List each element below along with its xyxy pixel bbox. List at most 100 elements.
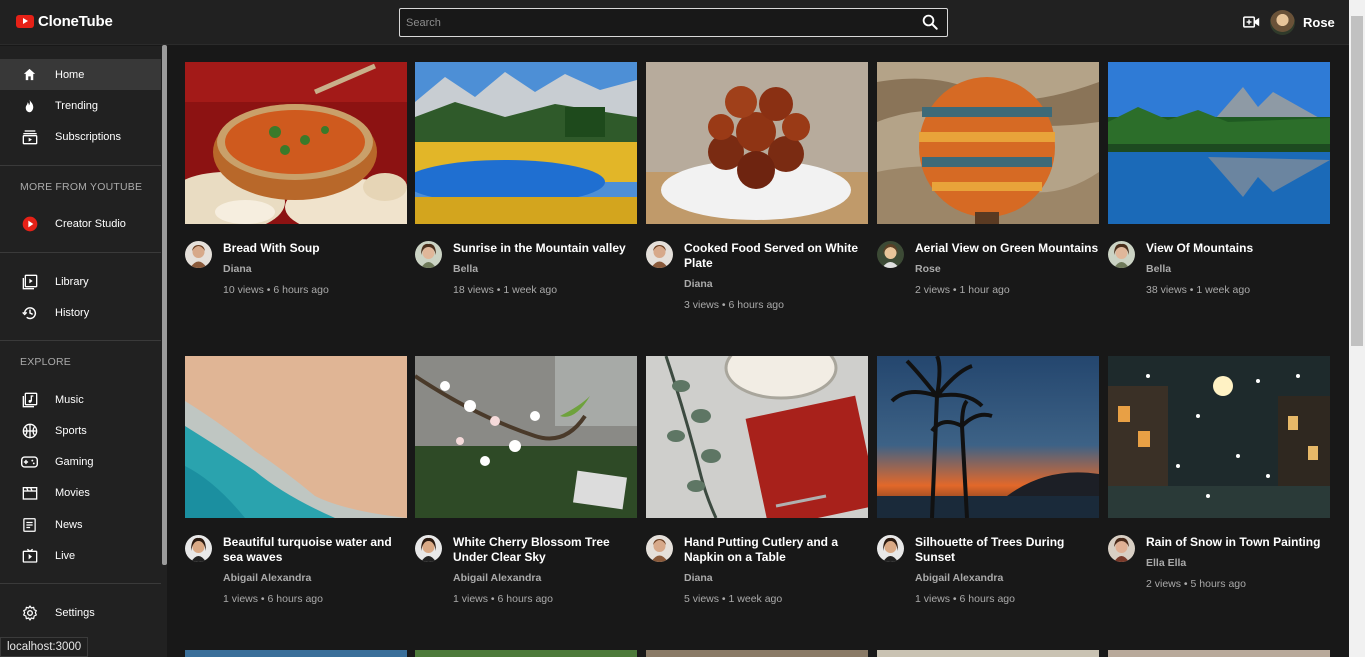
video-thumbnail[interactable]	[185, 62, 407, 224]
video-title[interactable]: View Of Mountains	[1146, 241, 1332, 256]
channel-avatar[interactable]	[415, 241, 442, 268]
channel-name[interactable]: Abigail Alexandra	[223, 572, 311, 584]
search-icon	[922, 14, 938, 30]
video-title[interactable]: Rain of Snow in Town Painting	[1146, 535, 1332, 550]
video-title[interactable]: Hand Putting Cutlery and a Napkin on a T…	[684, 535, 870, 565]
sidebar-item-gaming[interactable]: Gaming	[0, 446, 161, 477]
video-stats: 1 views • 6 hours ago	[223, 593, 323, 605]
video-thumbnail[interactable]	[1108, 650, 1330, 657]
sidebar-item-news[interactable]: News	[0, 509, 161, 540]
gear-icon	[21, 604, 38, 621]
video-title[interactable]: Cooked Food Served on White Plate	[684, 241, 870, 271]
video-card[interactable]: Sunrise in the Mountain valley Bella 18 …	[415, 62, 637, 334]
video-thumbnail[interactable]	[1108, 356, 1330, 518]
channel-name[interactable]: Bella	[1146, 263, 1171, 275]
logo[interactable]: CloneTube	[16, 13, 113, 30]
library-icon	[21, 273, 38, 290]
channel-avatar[interactable]	[646, 241, 673, 268]
video-title[interactable]: Bread With Soup	[223, 241, 409, 256]
sidebar-divider	[0, 583, 161, 584]
search-button[interactable]	[921, 13, 941, 33]
video-title[interactable]: White Cherry Blossom Tree Under Clear Sk…	[453, 535, 639, 565]
upload-video-icon[interactable]	[1243, 15, 1260, 29]
gaming-icon	[21, 453, 38, 470]
channel-avatar[interactable]	[1108, 535, 1135, 562]
video-thumbnail[interactable]	[646, 650, 868, 657]
channel-name[interactable]: Bella	[453, 263, 478, 275]
video-card[interactable]: View Of Mountains Bella 38 views • 1 wee…	[1108, 62, 1330, 334]
movies-icon	[21, 484, 38, 501]
video-card[interactable]: Cooked Food Served on White Plate Diana …	[646, 62, 868, 334]
search-box	[399, 8, 948, 37]
channel-avatar[interactable]	[646, 535, 673, 562]
sidebar-item-history[interactable]: History	[0, 297, 161, 328]
channel-name[interactable]: Diana	[223, 263, 252, 275]
sidebar-item-music[interactable]: Music	[0, 384, 161, 415]
channel-name[interactable]: Diana	[684, 572, 713, 584]
sidebar-divider	[0, 165, 161, 166]
fire-icon	[21, 97, 38, 114]
logo-text: CloneTube	[38, 13, 113, 30]
sidebar-divider	[0, 340, 161, 341]
sidebar-item-trending[interactable]: Trending	[0, 90, 161, 121]
video-thumbnail[interactable]	[415, 356, 637, 518]
video-title[interactable]: Beautiful turquoise water and sea waves	[223, 535, 409, 565]
sidebar-item-subscriptions[interactable]: Subscriptions	[0, 121, 161, 152]
search-input[interactable]	[400, 9, 910, 36]
channel-name[interactable]: Abigail Alexandra	[453, 572, 541, 584]
sidebar-item-library[interactable]: Library	[0, 266, 161, 297]
history-icon	[21, 304, 38, 321]
sidebar-item-live[interactable]: Live	[0, 540, 161, 571]
video-card[interactable]: White Cherry Blossom Tree Under Clear Sk…	[415, 356, 637, 628]
sidebar-item-movies[interactable]: Movies	[0, 477, 161, 508]
video-thumbnail[interactable]	[185, 650, 407, 657]
video-card[interactable]: Aerial View on Green Mountains Rose 2 vi…	[877, 62, 1099, 334]
video-stats: 3 views • 6 hours ago	[684, 299, 784, 311]
video-stats: 1 views • 6 hours ago	[915, 593, 1015, 605]
channel-name[interactable]: Ella Ella	[1146, 557, 1186, 569]
user-name[interactable]: Rose	[1303, 15, 1335, 30]
sidebar-item-sports[interactable]: Sports	[0, 415, 161, 446]
video-thumbnail[interactable]	[646, 62, 868, 224]
sidebar-item-creator-studio[interactable]: Creator Studio	[0, 208, 161, 239]
sports-icon	[21, 422, 38, 439]
video-title[interactable]: Silhouette of Trees During Sunset	[915, 535, 1101, 565]
video-thumbnail[interactable]	[877, 650, 1099, 657]
channel-avatar[interactable]	[185, 535, 212, 562]
video-card[interactable]: Beautiful turquoise water and sea waves …	[185, 356, 407, 628]
sidebar-divider	[0, 252, 161, 253]
video-thumbnail[interactable]	[1108, 62, 1330, 224]
channel-avatar[interactable]	[877, 241, 904, 268]
video-stats: 18 views • 1 week ago	[453, 284, 558, 296]
video-title[interactable]: Sunrise in the Mountain valley	[453, 241, 639, 256]
channel-avatar[interactable]	[877, 535, 904, 562]
sidebar-item-settings[interactable]: Settings	[0, 597, 161, 628]
sidebar-item-home[interactable]: Home	[0, 59, 161, 90]
user-avatar[interactable]	[1270, 10, 1295, 35]
video-thumbnail[interactable]	[185, 356, 407, 518]
video-thumbnail[interactable]	[415, 650, 637, 657]
video-title[interactable]: Aerial View on Green Mountains	[915, 241, 1101, 256]
sidebar-scrollbar-thumb[interactable]	[162, 45, 167, 565]
main-scrollbar-thumb[interactable]	[1351, 16, 1363, 346]
subscriptions-icon	[21, 128, 38, 145]
video-card[interactable]: Rain of Snow in Town Painting Ella Ella …	[1108, 356, 1330, 628]
channel-name[interactable]: Abigail Alexandra	[915, 572, 1003, 584]
video-thumbnail[interactable]	[415, 62, 637, 224]
video-thumbnail[interactable]	[877, 62, 1099, 224]
video-thumbnail[interactable]	[877, 356, 1099, 518]
home-icon	[21, 66, 38, 83]
video-card[interactable]: Silhouette of Trees During Sunset Abigai…	[877, 356, 1099, 628]
channel-avatar[interactable]	[185, 241, 212, 268]
channel-name[interactable]: Rose	[915, 263, 941, 275]
channel-avatar[interactable]	[1108, 241, 1135, 268]
video-card[interactable]: Bread With Soup Diana 10 views • 6 hours…	[185, 62, 407, 334]
video-stats: 5 views • 1 week ago	[684, 593, 783, 605]
video-thumbnail[interactable]	[646, 356, 868, 518]
video-stats: 2 views • 1 hour ago	[915, 284, 1010, 296]
logo-play-icon	[16, 15, 34, 28]
video-card[interactable]: Hand Putting Cutlery and a Napkin on a T…	[646, 356, 868, 628]
channel-name[interactable]: Diana	[684, 278, 713, 290]
channel-avatar[interactable]	[415, 535, 442, 562]
explore-heading: EXPLORE	[20, 356, 72, 368]
